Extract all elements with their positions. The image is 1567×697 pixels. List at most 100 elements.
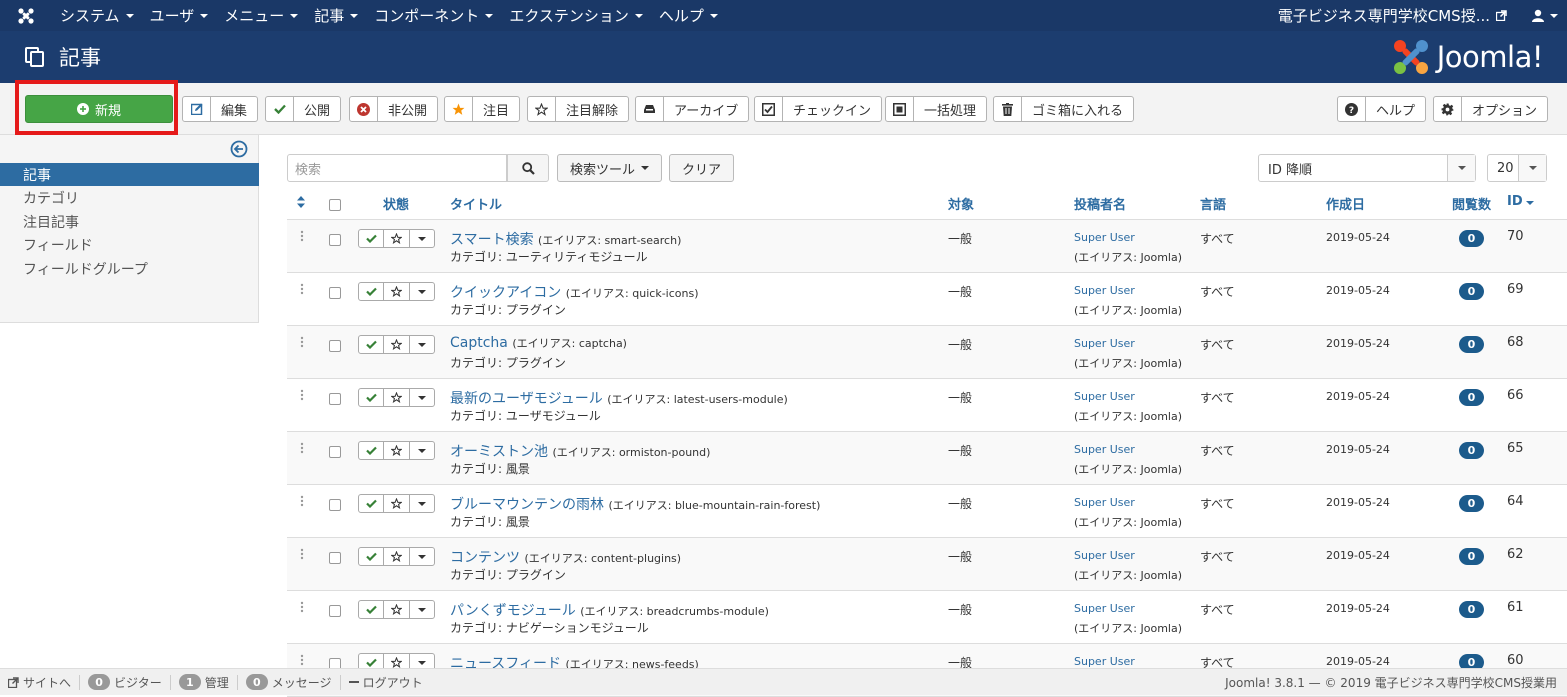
- published-toggle[interactable]: [359, 283, 385, 300]
- published-toggle[interactable]: [359, 442, 385, 459]
- drag-handle-icon[interactable]: [300, 389, 304, 401]
- ordering-select[interactable]: ID 降順: [1258, 154, 1476, 182]
- published-toggle[interactable]: [359, 548, 385, 565]
- col-hits[interactable]: 閲覧数: [1452, 194, 1491, 213]
- published-toggle[interactable]: [359, 336, 385, 353]
- menu-content[interactable]: 記事: [306, 0, 366, 31]
- site-link[interactable]: 電子ビジネス専門学校CMS授...: [1278, 5, 1521, 26]
- drag-handle-icon[interactable]: [300, 442, 304, 454]
- sidebar-item-field-groups[interactable]: フィールドグループ: [0, 257, 259, 280]
- collapse-sidebar-icon[interactable]: [230, 140, 248, 158]
- featured-toggle[interactable]: [384, 548, 410, 565]
- logout-link[interactable]: ログアウト: [341, 675, 431, 690]
- menu-system[interactable]: システム: [52, 0, 142, 31]
- menu-components[interactable]: コンポーネント: [366, 0, 501, 31]
- search-input[interactable]: 検索: [287, 154, 507, 182]
- published-toggle[interactable]: [359, 495, 385, 512]
- messages-status[interactable]: 0 メッセージ: [238, 674, 341, 690]
- drag-handle-icon[interactable]: [300, 336, 304, 348]
- drag-handle-icon[interactable]: [300, 283, 304, 295]
- row-actions-dropdown[interactable]: [410, 601, 434, 618]
- author-link[interactable]: Super User: [1074, 549, 1135, 562]
- user-menu[interactable]: [1521, 9, 1567, 22]
- col-date[interactable]: 作成日: [1326, 194, 1365, 213]
- menu-help[interactable]: ヘルプ: [651, 0, 726, 31]
- article-title-link[interactable]: スマート検索: [450, 232, 534, 248]
- select-all-checkbox[interactable]: [329, 199, 341, 211]
- sidebar-item-fields[interactable]: フィールド: [0, 233, 259, 256]
- drag-handle-icon[interactable]: [300, 654, 304, 666]
- feature-button[interactable]: 注目: [444, 96, 521, 122]
- article-title-link[interactable]: オーミストン池: [450, 444, 548, 460]
- row-checkbox[interactable]: [329, 393, 341, 405]
- row-actions-dropdown[interactable]: [410, 336, 434, 353]
- col-author[interactable]: 投稿者名: [1074, 194, 1126, 213]
- featured-toggle[interactable]: [384, 442, 410, 459]
- row-actions-dropdown[interactable]: [410, 495, 434, 512]
- menu-menus[interactable]: メニュー: [216, 0, 306, 31]
- menu-users[interactable]: ユーザ: [142, 0, 217, 31]
- article-title-link[interactable]: コンテンツ: [450, 550, 520, 566]
- col-title[interactable]: タイトル: [450, 194, 502, 213]
- row-checkbox[interactable]: [329, 552, 341, 564]
- batch-button[interactable]: 一括処理: [885, 96, 988, 122]
- row-actions-dropdown[interactable]: [410, 442, 434, 459]
- col-id[interactable]: ID: [1507, 194, 1534, 209]
- featured-toggle[interactable]: [384, 601, 410, 618]
- drag-handle-icon[interactable]: [300, 495, 304, 507]
- published-toggle[interactable]: [359, 230, 385, 247]
- published-toggle[interactable]: [359, 389, 385, 406]
- row-checkbox[interactable]: [329, 340, 341, 352]
- help-button[interactable]: ? ヘルプ: [1337, 96, 1427, 122]
- unfeature-button[interactable]: 注目解除: [527, 96, 630, 122]
- article-title-link[interactable]: クイックアイコン: [450, 285, 561, 301]
- col-status[interactable]: 状態: [383, 194, 409, 213]
- featured-toggle[interactable]: [384, 495, 410, 512]
- menu-extensions[interactable]: エクステンション: [501, 0, 651, 31]
- author-link[interactable]: Super User: [1074, 390, 1135, 403]
- row-actions-dropdown[interactable]: [410, 230, 434, 247]
- author-link[interactable]: Super User: [1074, 337, 1135, 350]
- article-title-link[interactable]: ブルーマウンテンの雨林: [450, 497, 604, 513]
- article-title-link[interactable]: パンくずモジュール: [450, 603, 576, 619]
- published-toggle[interactable]: [359, 601, 385, 618]
- article-title-link[interactable]: 最新のユーザモジュール: [450, 391, 603, 407]
- row-checkbox[interactable]: [329, 234, 341, 246]
- author-link[interactable]: Super User: [1074, 443, 1135, 456]
- featured-toggle[interactable]: [384, 389, 410, 406]
- col-access[interactable]: 対象: [948, 194, 974, 213]
- archive-button[interactable]: アーカイブ: [635, 96, 750, 122]
- sidebar-item-articles[interactable]: 記事: [0, 163, 259, 186]
- row-checkbox[interactable]: [329, 499, 341, 511]
- search-tools-button[interactable]: 検索ツール: [557, 154, 663, 182]
- row-checkbox[interactable]: [329, 287, 341, 299]
- checkin-button[interactable]: チェックイン: [754, 96, 883, 122]
- author-link[interactable]: Super User: [1074, 231, 1135, 244]
- author-link[interactable]: Super User: [1074, 496, 1135, 509]
- sidebar-item-categories[interactable]: カテゴリ: [0, 186, 259, 209]
- row-actions-dropdown[interactable]: [410, 389, 434, 406]
- row-checkbox[interactable]: [329, 446, 341, 458]
- featured-toggle[interactable]: [384, 230, 410, 247]
- row-actions-dropdown[interactable]: [410, 548, 434, 565]
- article-title-link[interactable]: Captcha: [450, 335, 508, 351]
- joomla-menu-icon[interactable]: [0, 0, 52, 31]
- options-button[interactable]: オプション: [1433, 96, 1549, 122]
- search-button[interactable]: [507, 154, 549, 182]
- row-actions-dropdown[interactable]: [410, 283, 434, 300]
- unpublish-button[interactable]: 非公開: [349, 96, 439, 122]
- view-site-link[interactable]: サイトへ: [0, 674, 81, 690]
- drag-handle-icon[interactable]: [300, 230, 304, 242]
- featured-toggle[interactable]: [384, 336, 410, 353]
- row-checkbox[interactable]: [329, 605, 341, 617]
- author-link[interactable]: Super User: [1074, 284, 1135, 297]
- featured-toggle[interactable]: [384, 283, 410, 300]
- clear-button[interactable]: クリア: [669, 154, 735, 182]
- col-language[interactable]: 言語: [1200, 194, 1226, 213]
- author-link[interactable]: Super User: [1074, 655, 1135, 668]
- sort-icon[interactable]: [297, 196, 305, 208]
- drag-handle-icon[interactable]: [300, 548, 304, 560]
- limit-select[interactable]: 20: [1487, 154, 1547, 182]
- author-link[interactable]: Super User: [1074, 602, 1135, 615]
- trash-button[interactable]: ゴミ箱に入れる: [993, 96, 1135, 122]
